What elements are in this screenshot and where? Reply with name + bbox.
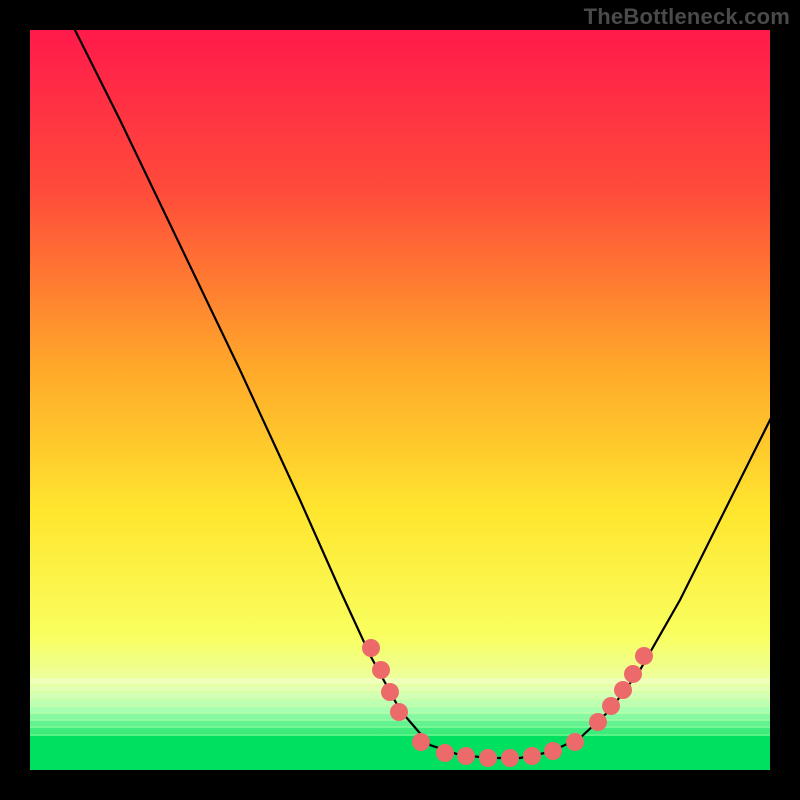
chart-stage: TheBottleneck.com (0, 0, 800, 800)
curve-marker (566, 733, 584, 751)
curve-marker (436, 744, 454, 762)
curve-marker (589, 713, 607, 731)
curve-marker (635, 647, 653, 665)
watermark-text: TheBottleneck.com (584, 4, 790, 30)
curve-marker (479, 749, 497, 767)
curve-marker (624, 665, 642, 683)
curve-marker (457, 747, 475, 765)
curve-marker (381, 683, 399, 701)
curve-marker (501, 749, 519, 767)
curve-marker (412, 733, 430, 751)
curve-marker (362, 639, 380, 657)
curve-marker (390, 703, 408, 721)
curve-marker (523, 747, 541, 765)
curve-marker (602, 697, 620, 715)
plot-background (30, 30, 770, 770)
curve-marker (372, 661, 390, 679)
curve-marker (614, 681, 632, 699)
chart-svg (0, 0, 800, 800)
curve-marker (544, 742, 562, 760)
